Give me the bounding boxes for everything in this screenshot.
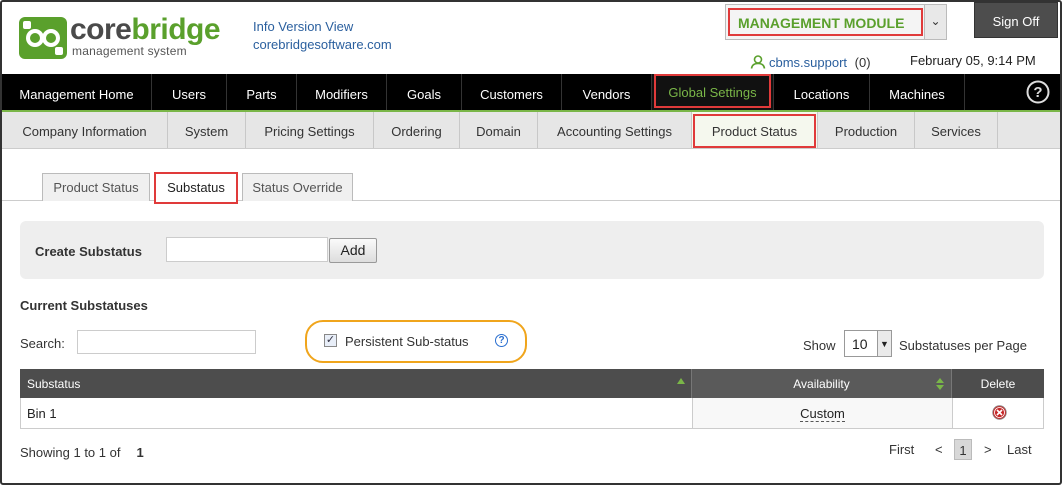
header: corebridge management system Info Versio… bbox=[2, 2, 1060, 74]
help-icon[interactable]: ? bbox=[495, 334, 508, 347]
nav-vendors[interactable]: Vendors bbox=[562, 74, 652, 110]
column-header-substatus[interactable]: Substatus bbox=[20, 369, 691, 398]
nav-global-settings[interactable]: Global Settings bbox=[652, 74, 774, 110]
subnav-production[interactable]: Production bbox=[818, 112, 915, 148]
pager-prev[interactable]: < bbox=[935, 442, 943, 457]
corebridge-website-link[interactable]: corebridgesoftware.com bbox=[253, 36, 392, 54]
highlight-box bbox=[154, 172, 238, 204]
substatus-cell: Bin 1 bbox=[27, 406, 57, 421]
subnav-domain[interactable]: Domain bbox=[460, 112, 538, 148]
current-datetime: February 05, 9:14 PM bbox=[910, 53, 1036, 68]
pager-next[interactable]: > bbox=[984, 442, 992, 457]
chevron-down-icon[interactable]: ⌄ bbox=[924, 5, 946, 39]
nav-goals[interactable]: Goals bbox=[387, 74, 462, 110]
column-header-availability[interactable]: Availability bbox=[691, 369, 951, 398]
subnav-services[interactable]: Services bbox=[915, 112, 998, 148]
showing-summary: Showing 1 to 1 of 1 bbox=[20, 445, 144, 460]
add-button[interactable]: Add bbox=[329, 238, 377, 263]
sort-ascending-icon bbox=[677, 378, 685, 384]
nav-management-home[interactable]: Management Home bbox=[2, 74, 152, 110]
pager-current-page[interactable]: 1 bbox=[954, 439, 972, 460]
column-header-delete: Delete bbox=[951, 369, 1044, 398]
corebridge-logo-icon bbox=[19, 17, 67, 59]
nav-users[interactable]: Users bbox=[152, 74, 227, 110]
table-row: Bin 1 Custom bbox=[20, 398, 1044, 429]
tab-status-override[interactable]: Status Override bbox=[242, 173, 353, 201]
tab-substatus[interactable]: Substatus bbox=[154, 172, 238, 204]
persistent-substatus-checkbox[interactable]: ✓ bbox=[324, 334, 337, 347]
tab-strip: Product Status Substatus Status Override bbox=[2, 149, 1060, 204]
sub-nav: Company Information System Pricing Setti… bbox=[2, 112, 1060, 149]
main-nav: Management Home Users Parts Modifiers Go… bbox=[2, 74, 1060, 112]
availability-link[interactable]: Custom bbox=[800, 406, 845, 422]
pager-first[interactable]: First bbox=[889, 442, 914, 457]
subnav-product-status[interactable]: Product Status bbox=[692, 112, 818, 148]
sign-off-button[interactable]: Sign Off bbox=[974, 2, 1058, 38]
page-size-select[interactable]: 10 ▼ bbox=[844, 330, 892, 357]
page-size-value: 10 bbox=[852, 336, 868, 352]
svg-text:?: ? bbox=[1033, 84, 1042, 101]
availability-cell: Custom bbox=[692, 398, 952, 428]
table-header: Substatus Availability Delete bbox=[20, 369, 1044, 398]
search-input[interactable] bbox=[77, 330, 256, 354]
subnav-ordering[interactable]: Ordering bbox=[374, 112, 460, 148]
total-count: 1 bbox=[136, 445, 144, 460]
sort-icon bbox=[936, 378, 944, 390]
brand-name: corebridge bbox=[70, 13, 221, 46]
nav-parts[interactable]: Parts bbox=[227, 74, 297, 110]
pager-last[interactable]: Last bbox=[1007, 442, 1032, 457]
nav-locations[interactable]: Locations bbox=[774, 74, 870, 110]
per-page-label: Substatuses per Page bbox=[899, 338, 1027, 353]
subnav-accounting-settings[interactable]: Accounting Settings bbox=[538, 112, 692, 148]
app-window: corebridge management system Info Versio… bbox=[0, 0, 1062, 485]
show-label: Show bbox=[803, 338, 836, 353]
substatus-table: Substatus Availability Delete Bin 1 Cust… bbox=[20, 369, 1044, 429]
subnav-company-information[interactable]: Company Information bbox=[2, 112, 168, 148]
subnav-system[interactable]: System bbox=[168, 112, 246, 148]
notification-count[interactable]: (0) bbox=[855, 55, 871, 70]
nav-modifiers[interactable]: Modifiers bbox=[297, 74, 387, 110]
module-select[interactable]: MANAGEMENT MODULE ⌄ bbox=[725, 4, 947, 40]
info-links: Info Version View corebridgesoftware.com bbox=[253, 18, 392, 54]
info-version-link[interactable]: Info Version View bbox=[253, 18, 392, 36]
create-substatus-label: Create Substatus bbox=[35, 244, 142, 259]
user-info: cbms.support (0) bbox=[750, 53, 871, 70]
module-select-value: MANAGEMENT MODULE bbox=[728, 8, 923, 36]
user-icon bbox=[750, 55, 766, 69]
persistent-substatus-label: Persistent Sub-status bbox=[345, 334, 469, 349]
delete-icon[interactable] bbox=[992, 405, 1007, 420]
create-substatus-panel: Create Substatus Add bbox=[20, 221, 1044, 279]
persistent-substatus-callout: ✓ Persistent Sub-status ? bbox=[305, 320, 527, 363]
current-substatuses-title: Current Substatuses bbox=[20, 298, 148, 313]
create-substatus-input[interactable] bbox=[166, 237, 328, 262]
help-icon[interactable]: ? bbox=[1026, 80, 1050, 104]
username-link[interactable]: cbms.support bbox=[769, 55, 847, 70]
nav-customers[interactable]: Customers bbox=[462, 74, 562, 110]
brand-subtitle: management system bbox=[72, 44, 187, 58]
search-label: Search: bbox=[20, 336, 65, 351]
nav-machines[interactable]: Machines bbox=[870, 74, 965, 110]
tab-product-status[interactable]: Product Status bbox=[42, 173, 150, 201]
delete-cell bbox=[952, 398, 1044, 428]
subnav-pricing-settings[interactable]: Pricing Settings bbox=[246, 112, 374, 148]
highlight-box bbox=[654, 74, 771, 108]
corebridge-logo[interactable]: corebridge management system bbox=[18, 14, 228, 62]
highlight-box bbox=[693, 114, 816, 148]
chevron-down-icon[interactable]: ▼ bbox=[877, 331, 891, 356]
